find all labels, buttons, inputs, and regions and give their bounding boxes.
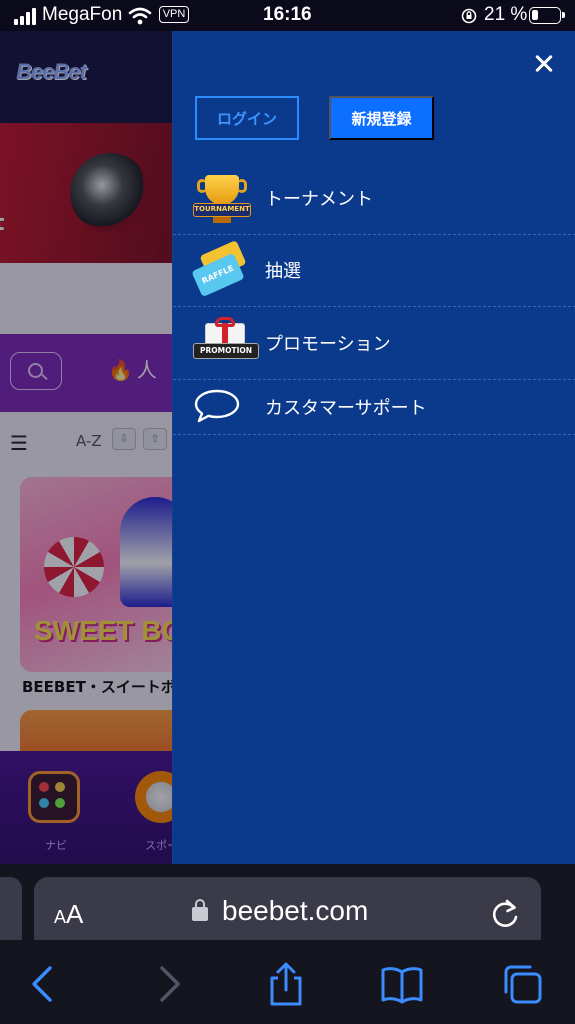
status-bar: MegaFon VPN 16:16 21 % xyxy=(0,0,575,31)
menu-item-customer-support[interactable]: カスタマーサポート xyxy=(173,380,575,435)
menu-item-label: 抽選 xyxy=(265,261,301,282)
url-text[interactable]: beebet.com xyxy=(222,895,368,927)
trophy-icon: TOURNAMENT xyxy=(193,173,251,225)
wifi-icon xyxy=(128,7,152,25)
menu-item-label: プロモーション xyxy=(265,334,391,355)
bookmarks-icon[interactable] xyxy=(380,962,424,1006)
menu-item-label: カスタマーサポート xyxy=(265,398,427,419)
cellular-signal-icon xyxy=(14,7,40,25)
lock-icon xyxy=(192,899,208,921)
close-icon[interactable] xyxy=(529,49,559,79)
share-icon[interactable] xyxy=(264,962,308,1006)
reload-icon[interactable] xyxy=(489,897,521,931)
battery-percent: 21 % xyxy=(484,4,528,25)
raffle-ticket-icon: RAFFLE xyxy=(191,239,247,298)
back-icon[interactable] xyxy=(22,962,66,1006)
menu-item-label: トーナメント xyxy=(265,189,373,210)
clock-time: 16:16 xyxy=(263,4,312,25)
chat-bubble-icon xyxy=(194,389,240,423)
reader-text-size-button[interactable]: AA xyxy=(54,899,83,930)
browser-address-area: AA beebet.com xyxy=(0,864,575,951)
carrier-name: MegaFon xyxy=(42,4,123,25)
login-button[interactable]: ログイン xyxy=(195,96,299,140)
menu-item-raffle[interactable]: RAFFLE 抽選 xyxy=(173,235,575,307)
menu-item-promotion[interactable]: PROMOTION プロモーション xyxy=(173,307,575,380)
forward-icon[interactable] xyxy=(146,962,190,1006)
promotion-gift-icon: PROMOTION xyxy=(193,317,259,367)
side-menu: ログイン 新規登録 TOURNAMENT トーナメント RAFFLE 抽選 PR… xyxy=(172,31,575,864)
menu-item-tournament[interactable]: TOURNAMENT トーナメント xyxy=(173,163,575,235)
vpn-badge: VPN xyxy=(159,6,189,23)
browser-toolbar xyxy=(0,940,575,1024)
register-button[interactable]: 新規登録 xyxy=(329,96,434,140)
tabs-icon[interactable] xyxy=(500,962,544,1006)
battery-icon xyxy=(529,7,565,24)
orientation-lock-icon xyxy=(461,8,477,24)
